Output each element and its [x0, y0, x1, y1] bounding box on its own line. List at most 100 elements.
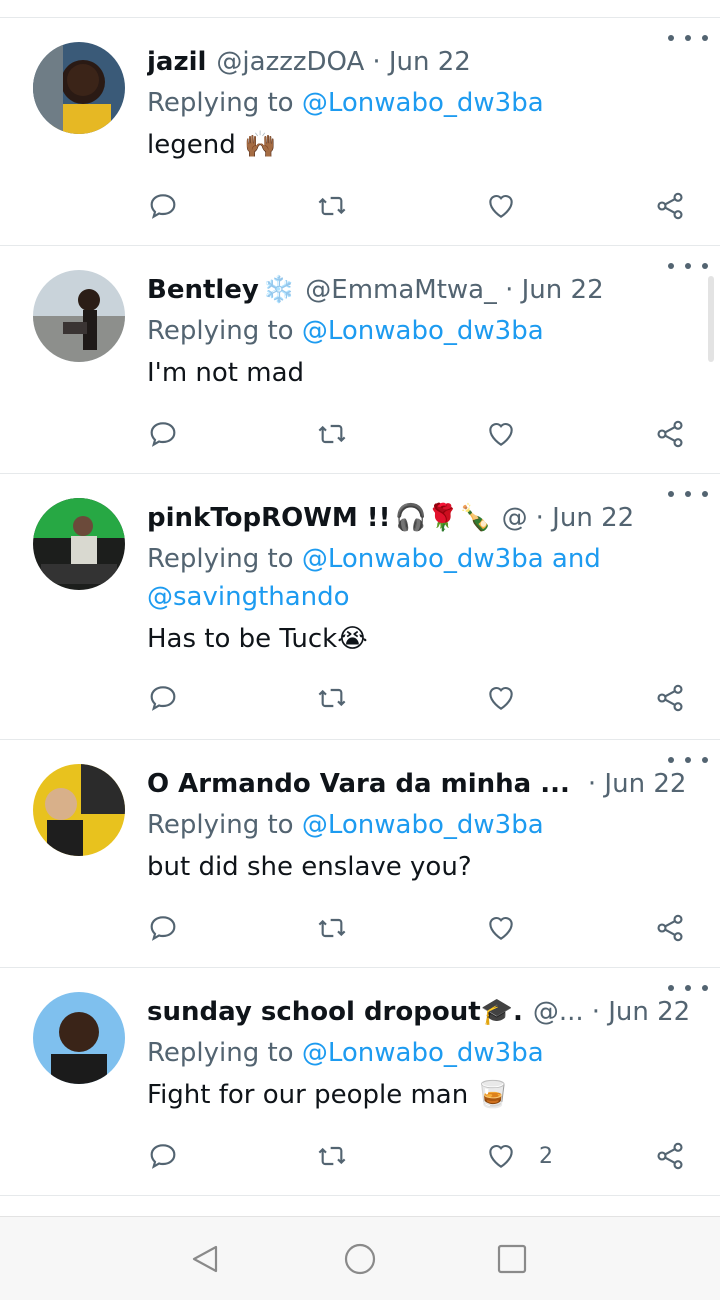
- more-options-button[interactable]: [668, 748, 708, 772]
- share-button[interactable]: [654, 186, 686, 226]
- retweet-icon: [318, 196, 346, 216]
- avatar[interactable]: [33, 764, 125, 856]
- share-icon: [657, 684, 683, 712]
- reply-icon: [150, 916, 176, 941]
- mention-link[interactable]: @savingthando: [147, 582, 350, 612]
- like-button[interactable]: [485, 414, 539, 454]
- reply-icon: [150, 422, 176, 447]
- like-button[interactable]: [485, 908, 539, 948]
- tweet-4[interactable]: O Armando Vara da minha ... · Jun 22 Rep…: [0, 740, 720, 968]
- share-button[interactable]: [654, 1136, 686, 1176]
- retweet-icon: [318, 918, 346, 938]
- like-button[interactable]: [485, 678, 539, 718]
- retweet-button[interactable]: [316, 678, 348, 718]
- like-icon: [489, 194, 513, 218]
- author-name[interactable]: O Armando Vara da minha ...: [147, 769, 570, 799]
- replying-to: Replying to @Lonwabo_dw3ba: [147, 312, 696, 350]
- tweet-text: I'm not mad: [147, 358, 305, 388]
- recents-icon[interactable]: [494, 1241, 530, 1277]
- retweet-button[interactable]: [316, 414, 348, 454]
- reply-button[interactable]: [147, 908, 179, 948]
- tweet-2[interactable]: Bentley ❄️ @EmmaMtwa_ · Jun 22 Replying …: [0, 246, 720, 474]
- replying-to: Replying to @Lonwabo_dw3ba and @savingtha…: [147, 540, 696, 616]
- author-handle[interactable]: @...: [533, 997, 584, 1027]
- mention-link[interactable]: @Lonwabo_dw3ba: [302, 316, 544, 346]
- more-icon: [668, 491, 674, 497]
- like-count: 2: [539, 1143, 553, 1169]
- tweet-date[interactable]: · Jun 22: [536, 503, 635, 533]
- like-icon: [489, 1144, 513, 1168]
- share-button[interactable]: [654, 678, 686, 718]
- replying-prefix: Replying to: [147, 810, 302, 840]
- replying-prefix: Replying to: [147, 88, 302, 118]
- avatar[interactable]: [33, 992, 125, 1084]
- share-icon: [657, 192, 683, 220]
- tweet-text: but did she enslave you?: [147, 852, 472, 882]
- author-name[interactable]: jazil: [147, 47, 206, 77]
- replying-prefix: Replying to: [147, 544, 302, 574]
- tweet-text: legend 🙌🏾: [147, 130, 277, 160]
- name-emoji: 🎧🌹🍾: [394, 503, 492, 533]
- tweet-3[interactable]: pinkTopROWM !! 🎧🌹🍾 @ · Jun 22 Replying t…: [0, 474, 720, 740]
- avatar[interactable]: [33, 42, 125, 134]
- like-icon: [489, 422, 513, 446]
- avatar[interactable]: [33, 498, 125, 590]
- avatar[interactable]: [33, 270, 125, 362]
- reply-button[interactable]: [147, 186, 179, 226]
- top-divider: [0, 0, 720, 18]
- tweet-date[interactable]: · Jun 22: [372, 47, 471, 77]
- like-button[interactable]: [485, 186, 539, 226]
- more-icon: [668, 985, 674, 991]
- mention-link[interactable]: @Lonwabo_dw3ba: [302, 88, 544, 118]
- replying-to: Replying to @Lonwabo_dw3ba: [147, 1034, 696, 1072]
- more-options-button[interactable]: [668, 482, 708, 506]
- mention-link[interactable]: @Lonwabo_dw3ba: [302, 1038, 544, 1068]
- name-emoji: ❄️: [262, 275, 296, 305]
- author-name[interactable]: sunday school dropout🎓.: [147, 997, 523, 1027]
- scrollbar[interactable]: [708, 276, 714, 362]
- like-icon: [489, 916, 513, 940]
- author-handle[interactable]: @EmmaMtwa_: [305, 275, 497, 305]
- reply-icon: [150, 194, 176, 219]
- home-icon[interactable]: [342, 1241, 378, 1277]
- retweet-icon: [318, 1146, 346, 1166]
- tweet-text: Fight for our people man 🥃: [147, 1080, 509, 1110]
- retweet-button[interactable]: [316, 186, 348, 226]
- reply-button[interactable]: [147, 1136, 179, 1176]
- retweet-button[interactable]: [316, 1136, 348, 1176]
- tweet-date[interactable]: · Jun 22: [588, 769, 687, 799]
- tweet-text: Has to be Tuck😭: [147, 624, 368, 654]
- like-button[interactable]: 2: [485, 1136, 553, 1176]
- system-navigation-bar: [0, 1216, 720, 1300]
- tweet-1[interactable]: jazil @jazzzDOA · Jun 22 Replying to @Lo…: [0, 18, 720, 246]
- share-button[interactable]: [654, 908, 686, 948]
- replying-to: Replying to @Lonwabo_dw3ba: [147, 806, 696, 844]
- author-name[interactable]: pinkTopROWM !!: [147, 503, 391, 533]
- author-name[interactable]: Bentley: [147, 275, 259, 305]
- back-icon[interactable]: [188, 1241, 224, 1277]
- retweet-icon: [318, 424, 346, 444]
- mention-link[interactable]: @Lonwabo_dw3ba: [302, 810, 544, 840]
- tweet-date[interactable]: · Jun 22: [592, 997, 691, 1027]
- more-options-button[interactable]: [668, 254, 708, 278]
- share-button[interactable]: [654, 414, 686, 454]
- tweet-5[interactable]: sunday school dropout🎓. @... · Jun 22 Re…: [0, 968, 720, 1196]
- reply-button[interactable]: [147, 678, 179, 718]
- share-icon: [657, 1142, 683, 1170]
- more-options-button[interactable]: [668, 976, 708, 1000]
- share-icon: [657, 914, 683, 942]
- tweet-date[interactable]: · Jun 22: [505, 275, 604, 305]
- replying-prefix: Replying to: [147, 316, 302, 346]
- share-icon: [657, 420, 683, 448]
- more-icon: [668, 757, 674, 763]
- mention-link[interactable]: @Lonwabo_dw3ba and: [302, 544, 601, 574]
- reply-button[interactable]: [147, 414, 179, 454]
- retweet-button[interactable]: [316, 908, 348, 948]
- author-handle[interactable]: @: [502, 503, 528, 533]
- replying-to: Replying to @Lonwabo_dw3ba: [147, 84, 696, 122]
- author-handle[interactable]: @jazzzDOA: [216, 47, 364, 77]
- more-options-button[interactable]: [668, 26, 708, 50]
- reply-icon: [150, 1144, 176, 1169]
- retweet-icon: [318, 688, 346, 708]
- like-icon: [489, 686, 513, 710]
